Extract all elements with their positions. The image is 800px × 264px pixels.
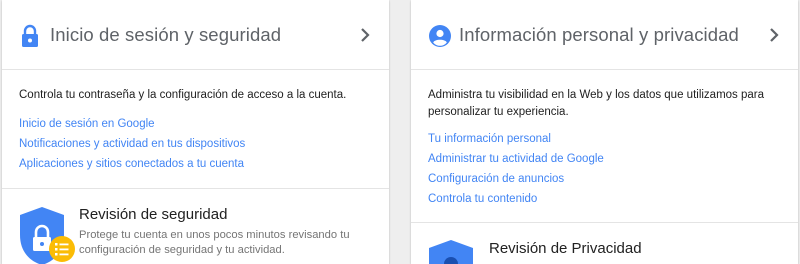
signin-security-header[interactable]: Inicio de sesión y seguridad bbox=[2, 0, 389, 70]
security-checkup-text: Protege tu cuenta en unos pocos minutos … bbox=[79, 229, 350, 256]
card-description: Administra tu visibilidad en la Web y lo… bbox=[428, 89, 765, 118]
link-connected-apps[interactable]: Aplicaciones y sitios conectados a tu cu… bbox=[19, 158, 244, 170]
signin-security-card: Inicio de sesión y seguridad Controla tu… bbox=[2, 0, 389, 264]
personal-info-header[interactable]: Información personal y privacidad bbox=[411, 0, 798, 70]
chevron-right-icon[interactable] bbox=[359, 27, 371, 43]
link-signin-google[interactable]: Inicio de sesión en Google bbox=[19, 118, 155, 130]
link-device-notifications[interactable]: Notificaciones y actividad en tus dispos… bbox=[19, 138, 245, 150]
privacy-checkup-title[interactable]: Revisión de Privacidad bbox=[489, 240, 642, 257]
divider bbox=[411, 222, 798, 223]
card-description: Controla tu contraseña y la configuració… bbox=[19, 89, 347, 101]
lock-icon bbox=[22, 24, 38, 47]
link-personal-info[interactable]: Tu información personal bbox=[428, 133, 551, 145]
personal-info-privacy-card: Información personal y privacidad Admini… bbox=[411, 0, 798, 264]
person-icon bbox=[429, 25, 451, 47]
link-control-content[interactable]: Controla tu contenido bbox=[428, 193, 537, 205]
card-title: Información personal y privacidad bbox=[459, 24, 739, 45]
chevron-right-icon[interactable] bbox=[768, 27, 780, 43]
divider bbox=[2, 188, 389, 189]
security-checkup-title[interactable]: Revisión de seguridad bbox=[79, 206, 227, 223]
link-ads-settings[interactable]: Configuración de anuncios bbox=[428, 173, 564, 185]
privacy-shield-icon[interactable] bbox=[429, 240, 477, 264]
card-title: Inicio de sesión y seguridad bbox=[50, 24, 282, 45]
link-google-activity[interactable]: Administrar tu actividad de Google bbox=[428, 153, 604, 165]
security-shield-icon[interactable] bbox=[20, 207, 76, 264]
